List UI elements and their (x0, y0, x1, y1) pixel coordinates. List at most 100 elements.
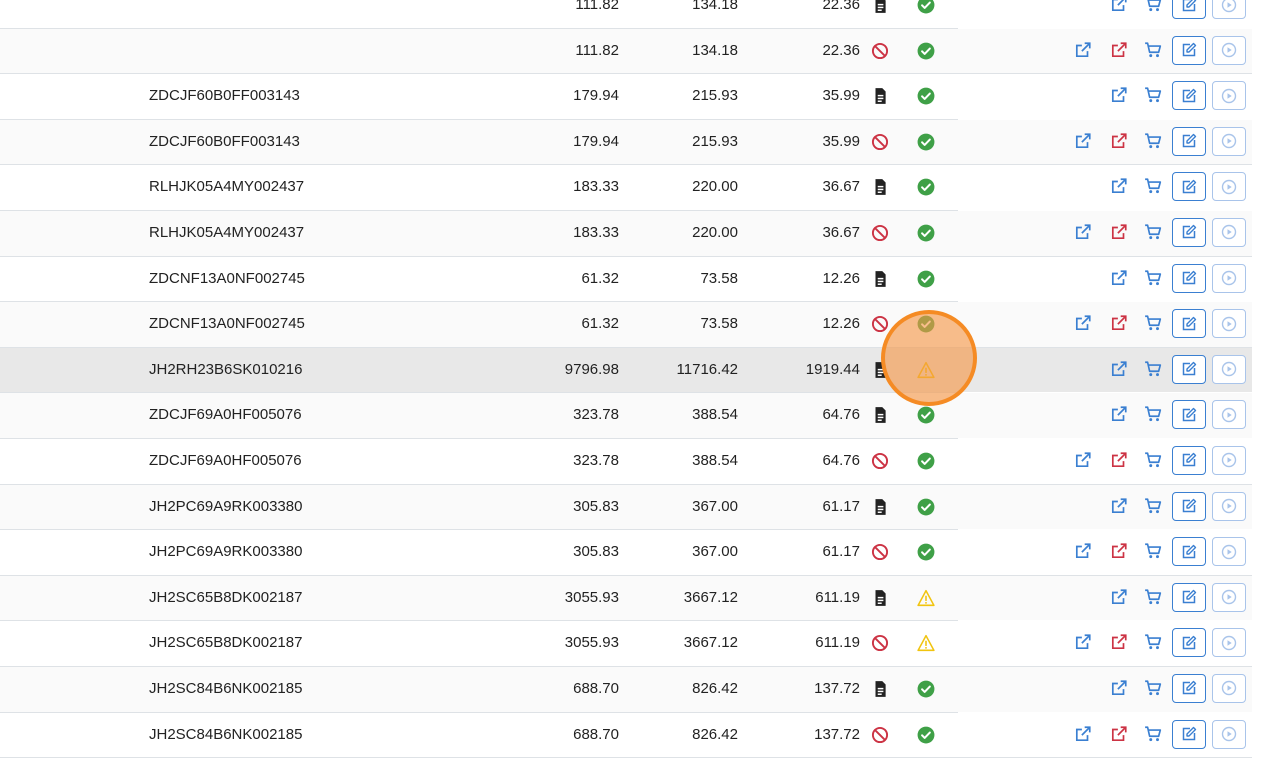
play-button[interactable] (1212, 720, 1246, 749)
external-link-red-icon[interactable] (1110, 223, 1130, 243)
edit-button[interactable] (1172, 492, 1206, 521)
external-link-red-icon[interactable] (1110, 633, 1130, 653)
table-row[interactable]: ZDCJF69A0HF005076323.78388.5464.76 (0, 393, 1252, 439)
cart-icon[interactable] (1144, 41, 1164, 61)
external-link-icon[interactable] (1110, 360, 1130, 380)
edit-button[interactable] (1172, 172, 1206, 201)
table-row[interactable]: JH2SC84B6NK002185688.70826.42137.72 (0, 713, 1252, 758)
external-link-red-icon[interactable] (1110, 132, 1130, 152)
cart-icon[interactable] (1144, 405, 1164, 425)
external-link-icon[interactable] (1110, 0, 1130, 15)
edit-button[interactable] (1172, 537, 1206, 566)
table-row[interactable]: JH2PC69A9RK003380305.83367.0061.17 (0, 530, 1252, 576)
external-link-icon[interactable] (1110, 588, 1130, 608)
play-button[interactable] (1212, 218, 1246, 247)
table-row[interactable]: RLHJK05A4MY002437183.33220.0036.67 (0, 165, 1252, 211)
external-link-icon[interactable] (1074, 223, 1094, 243)
table-row[interactable]: RLHJK05A4MY002437183.33220.0036.67 (0, 211, 1252, 257)
edit-button[interactable] (1172, 127, 1206, 156)
edit-button[interactable] (1172, 36, 1206, 65)
external-link-red-icon[interactable] (1110, 542, 1130, 562)
cart-icon[interactable] (1144, 223, 1164, 243)
cart-icon[interactable] (1144, 588, 1164, 608)
edit-button[interactable] (1172, 0, 1206, 19)
table-row[interactable]: ZDCNF13A0NF00274561.3273.5812.26 (0, 302, 1252, 348)
table-row[interactable]: ZDCJF60B0FF003143179.94215.9335.99 (0, 74, 1252, 120)
edit-button[interactable] (1172, 309, 1206, 338)
table-row[interactable]: JH2PC69A9RK003380305.83367.0061.17 (0, 485, 1252, 531)
table-row[interactable]: JH2SC65B8DK0021873055.933667.12611.19 (0, 576, 1252, 622)
table-row[interactable]: ZDCNF13A0NF00274561.3273.5812.26 (0, 257, 1252, 303)
play-button[interactable] (1212, 127, 1246, 156)
play-button[interactable] (1212, 492, 1246, 521)
external-link-icon[interactable] (1110, 679, 1130, 699)
cart-icon[interactable] (1144, 633, 1164, 653)
gross-amount-cell: 220.00 (638, 211, 738, 256)
net-amount-cell: 9796.98 (519, 348, 619, 393)
edit-button[interactable] (1172, 400, 1206, 429)
table-row[interactable]: JH2RH23B6SK0102169796.9811716.421919.44 (0, 348, 1252, 394)
cart-icon[interactable] (1144, 314, 1164, 334)
net-amount-cell: 3055.93 (519, 576, 619, 621)
play-button[interactable] (1212, 537, 1246, 566)
edit-icon (1181, 316, 1197, 332)
play-button[interactable] (1212, 583, 1246, 612)
external-link-icon[interactable] (1074, 633, 1094, 653)
tax-amount-cell: 61.17 (760, 485, 860, 530)
table-row[interactable]: 111.82134.1822.36 (0, 29, 1252, 75)
cart-icon[interactable] (1144, 725, 1164, 745)
external-link-icon[interactable] (1074, 41, 1094, 61)
external-link-icon[interactable] (1110, 269, 1130, 289)
external-link-icon[interactable] (1110, 86, 1130, 106)
net-amount-cell: 179.94 (519, 74, 619, 119)
table-row[interactable]: 111.82134.1822.36 (0, 0, 1252, 29)
external-link-red-icon[interactable] (1110, 725, 1130, 745)
table-row[interactable]: JH2SC65B8DK0021873055.933667.12611.19 (0, 621, 1252, 667)
table-row[interactable]: ZDCJF60B0FF003143179.94215.9335.99 (0, 120, 1252, 166)
cart-icon[interactable] (1144, 269, 1164, 289)
external-link-red-icon[interactable] (1110, 451, 1130, 471)
cart-icon[interactable] (1144, 0, 1164, 15)
play-button[interactable] (1212, 36, 1246, 65)
play-button[interactable] (1212, 81, 1246, 110)
external-link-icon[interactable] (1110, 177, 1130, 197)
cart-icon[interactable] (1144, 497, 1164, 517)
cart-icon[interactable] (1144, 86, 1164, 106)
external-link-icon[interactable] (1074, 725, 1094, 745)
play-button[interactable] (1212, 264, 1246, 293)
edit-button[interactable] (1172, 264, 1206, 293)
cart-icon[interactable] (1144, 542, 1164, 562)
edit-button[interactable] (1172, 674, 1206, 703)
edit-button[interactable] (1172, 446, 1206, 475)
cart-icon[interactable] (1144, 177, 1164, 197)
edit-button[interactable] (1172, 720, 1206, 749)
external-link-icon[interactable] (1074, 314, 1094, 334)
external-link-icon[interactable] (1110, 405, 1130, 425)
edit-button[interactable] (1172, 355, 1206, 384)
table-row[interactable]: JH2SC84B6NK002185688.70826.42137.72 (0, 667, 1252, 713)
play-button[interactable] (1212, 172, 1246, 201)
external-link-red-icon[interactable] (1110, 314, 1130, 334)
cart-icon[interactable] (1144, 679, 1164, 699)
edit-button[interactable] (1172, 628, 1206, 657)
table-row[interactable]: ZDCJF69A0HF005076323.78388.5464.76 (0, 439, 1252, 485)
play-button[interactable] (1212, 0, 1246, 19)
play-button[interactable] (1212, 309, 1246, 338)
external-link-red-icon[interactable] (1110, 41, 1130, 61)
external-link-icon[interactable] (1074, 451, 1094, 471)
play-button[interactable] (1212, 400, 1246, 429)
play-button[interactable] (1212, 355, 1246, 384)
cart-icon[interactable] (1144, 360, 1164, 380)
external-link-icon[interactable] (1074, 132, 1094, 152)
play-button[interactable] (1212, 446, 1246, 475)
external-link-icon[interactable] (1074, 542, 1094, 562)
external-link-icon[interactable] (1110, 497, 1130, 517)
play-button[interactable] (1212, 674, 1246, 703)
edit-button[interactable] (1172, 583, 1206, 612)
gross-amount-cell: 215.93 (638, 120, 738, 165)
play-button[interactable] (1212, 628, 1246, 657)
edit-button[interactable] (1172, 81, 1206, 110)
cart-icon[interactable] (1144, 132, 1164, 152)
cart-icon[interactable] (1144, 451, 1164, 471)
edit-button[interactable] (1172, 218, 1206, 247)
